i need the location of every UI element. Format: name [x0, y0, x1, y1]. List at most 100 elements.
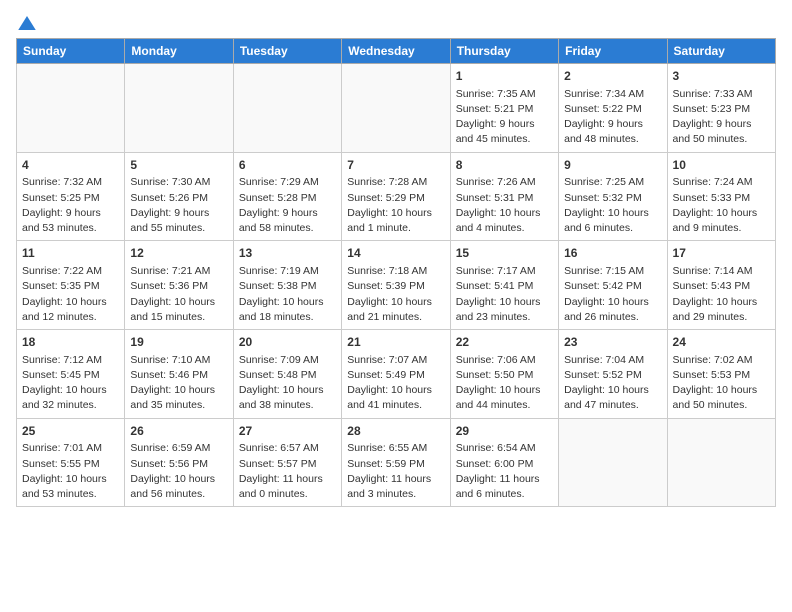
day-info-line: Sunrise: 7:10 AM [130, 353, 227, 368]
day-info-line: Sunrise: 7:30 AM [130, 175, 227, 190]
calendar-cell: 16Sunrise: 7:15 AMSunset: 5:42 PMDayligh… [559, 241, 667, 330]
day-info-line: Daylight: 10 hours [564, 295, 661, 310]
day-info-line: Daylight: 9 hours [130, 206, 227, 221]
day-info-line: Sunrise: 6:55 AM [347, 441, 444, 456]
day-number: 22 [456, 334, 553, 351]
day-info-line: and 53 minutes. [22, 487, 119, 502]
day-info-line: Sunrise: 7:01 AM [22, 441, 119, 456]
day-info-line: Daylight: 9 hours [22, 206, 119, 221]
day-info-line: Sunrise: 7:07 AM [347, 353, 444, 368]
calendar-cell: 7Sunrise: 7:28 AMSunset: 5:29 PMDaylight… [342, 152, 450, 241]
day-info-line: Sunset: 6:00 PM [456, 457, 553, 472]
day-number: 26 [130, 423, 227, 440]
day-info-line: and 12 minutes. [22, 310, 119, 325]
day-info-line: Sunset: 5:23 PM [673, 102, 770, 117]
column-header-friday: Friday [559, 39, 667, 64]
calendar-cell: 22Sunrise: 7:06 AMSunset: 5:50 PMDayligh… [450, 330, 558, 419]
day-info-line: Sunset: 5:32 PM [564, 191, 661, 206]
day-number: 19 [130, 334, 227, 351]
day-info-line: and 32 minutes. [22, 398, 119, 413]
day-info-line: Sunset: 5:59 PM [347, 457, 444, 472]
day-number: 27 [239, 423, 336, 440]
day-info-line: Sunrise: 7:17 AM [456, 264, 553, 279]
calendar-cell: 18Sunrise: 7:12 AMSunset: 5:45 PMDayligh… [17, 330, 125, 419]
calendar-cell: 23Sunrise: 7:04 AMSunset: 5:52 PMDayligh… [559, 330, 667, 419]
day-number: 3 [673, 68, 770, 85]
day-info-line: Daylight: 10 hours [673, 206, 770, 221]
day-info-line: Daylight: 11 hours [456, 472, 553, 487]
day-info-line: and 9 minutes. [673, 221, 770, 236]
day-number: 11 [22, 245, 119, 262]
day-number: 23 [564, 334, 661, 351]
day-info-line: Sunset: 5:52 PM [564, 368, 661, 383]
day-info-line: and 50 minutes. [673, 398, 770, 413]
calendar-cell: 6Sunrise: 7:29 AMSunset: 5:28 PMDaylight… [233, 152, 341, 241]
day-info-line: Daylight: 10 hours [347, 295, 444, 310]
day-info-line: Daylight: 10 hours [456, 206, 553, 221]
day-info-line: Sunrise: 7:21 AM [130, 264, 227, 279]
day-info-line: Sunset: 5:49 PM [347, 368, 444, 383]
day-info-line: and 50 minutes. [673, 132, 770, 147]
column-header-monday: Monday [125, 39, 233, 64]
day-info-line: and 38 minutes. [239, 398, 336, 413]
calendar-cell: 24Sunrise: 7:02 AMSunset: 5:53 PMDayligh… [667, 330, 775, 419]
day-number: 28 [347, 423, 444, 440]
day-info-line: Daylight: 9 hours [673, 117, 770, 132]
calendar-cell: 9Sunrise: 7:25 AMSunset: 5:32 PMDaylight… [559, 152, 667, 241]
day-info-line: Sunrise: 7:33 AM [673, 87, 770, 102]
calendar-cell: 19Sunrise: 7:10 AMSunset: 5:46 PMDayligh… [125, 330, 233, 419]
day-info-line: and 35 minutes. [130, 398, 227, 413]
day-info-line: Sunrise: 7:26 AM [456, 175, 553, 190]
day-info-line: Sunrise: 6:54 AM [456, 441, 553, 456]
day-info-line: Sunset: 5:38 PM [239, 279, 336, 294]
calendar-cell: 25Sunrise: 7:01 AMSunset: 5:55 PMDayligh… [17, 418, 125, 507]
day-info-line: Daylight: 10 hours [673, 295, 770, 310]
day-info-line: Sunrise: 7:24 AM [673, 175, 770, 190]
day-number: 14 [347, 245, 444, 262]
day-info-line: Sunset: 5:57 PM [239, 457, 336, 472]
day-info-line: and 58 minutes. [239, 221, 336, 236]
day-info-line: and 23 minutes. [456, 310, 553, 325]
day-info-line: and 21 minutes. [347, 310, 444, 325]
day-info-line: Sunset: 5:50 PM [456, 368, 553, 383]
calendar-cell: 29Sunrise: 6:54 AMSunset: 6:00 PMDayligh… [450, 418, 558, 507]
day-info-line: Sunrise: 7:12 AM [22, 353, 119, 368]
calendar-week-row: 25Sunrise: 7:01 AMSunset: 5:55 PMDayligh… [17, 418, 776, 507]
day-info-line: Daylight: 10 hours [22, 472, 119, 487]
day-info-line: Daylight: 10 hours [456, 383, 553, 398]
day-info-line: and 56 minutes. [130, 487, 227, 502]
day-info-line: Daylight: 10 hours [130, 383, 227, 398]
day-info-line: Daylight: 10 hours [130, 472, 227, 487]
day-info-line: and 53 minutes. [22, 221, 119, 236]
day-info-line: and 15 minutes. [130, 310, 227, 325]
day-info-line: Sunrise: 7:22 AM [22, 264, 119, 279]
day-info-line: Daylight: 11 hours [239, 472, 336, 487]
day-number: 9 [564, 157, 661, 174]
day-number: 7 [347, 157, 444, 174]
day-info-line: Sunset: 5:22 PM [564, 102, 661, 117]
day-number: 15 [456, 245, 553, 262]
day-info-line: and 55 minutes. [130, 221, 227, 236]
column-header-thursday: Thursday [450, 39, 558, 64]
day-info-line: Sunrise: 7:35 AM [456, 87, 553, 102]
day-number: 25 [22, 423, 119, 440]
day-number: 17 [673, 245, 770, 262]
calendar-table: SundayMondayTuesdayWednesdayThursdayFrid… [16, 38, 776, 507]
day-info-line: Sunrise: 7:25 AM [564, 175, 661, 190]
day-info-line: Sunset: 5:41 PM [456, 279, 553, 294]
calendar-cell: 26Sunrise: 6:59 AMSunset: 5:56 PMDayligh… [125, 418, 233, 507]
calendar-week-row: 4Sunrise: 7:32 AMSunset: 5:25 PMDaylight… [17, 152, 776, 241]
day-info-line: Daylight: 10 hours [239, 383, 336, 398]
day-info-line: Sunrise: 7:14 AM [673, 264, 770, 279]
day-info-line: Daylight: 10 hours [239, 295, 336, 310]
day-info-line: Daylight: 9 hours [456, 117, 553, 132]
calendar-cell: 10Sunrise: 7:24 AMSunset: 5:33 PMDayligh… [667, 152, 775, 241]
calendar-header-row: SundayMondayTuesdayWednesdayThursdayFrid… [17, 39, 776, 64]
day-info-line: Sunset: 5:55 PM [22, 457, 119, 472]
calendar-week-row: 1Sunrise: 7:35 AMSunset: 5:21 PMDaylight… [17, 64, 776, 153]
calendar-week-row: 18Sunrise: 7:12 AMSunset: 5:45 PMDayligh… [17, 330, 776, 419]
calendar-cell [233, 64, 341, 153]
day-info-line: and 4 minutes. [456, 221, 553, 236]
day-info-line: Sunrise: 7:15 AM [564, 264, 661, 279]
day-info-line: Daylight: 11 hours [347, 472, 444, 487]
